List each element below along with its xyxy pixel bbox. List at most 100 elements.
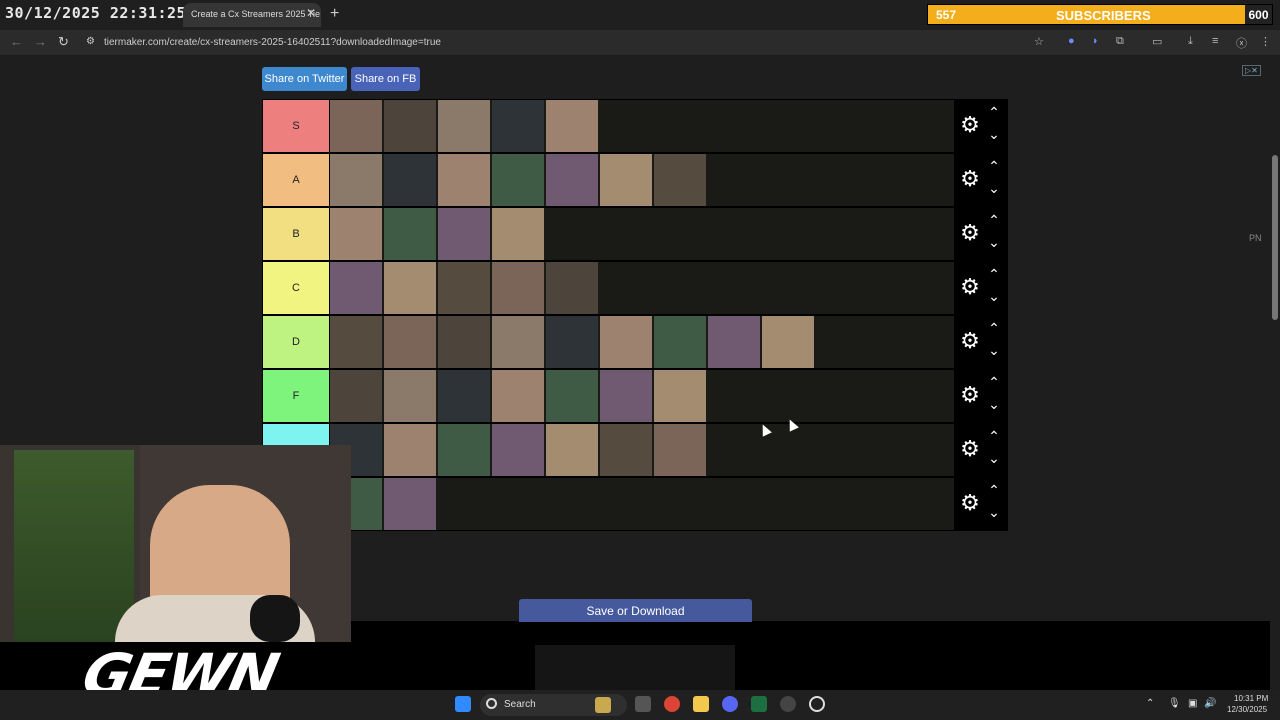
tier-item-thumbnail[interactable] bbox=[384, 316, 436, 368]
tier-item-thumbnail[interactable] bbox=[438, 262, 490, 314]
menu-icon[interactable]: ⋮ bbox=[1260, 35, 1271, 48]
gear-icon[interactable]: ⚙ bbox=[958, 329, 982, 353]
site-info-icon[interactable]: ⚙ bbox=[86, 36, 95, 47]
gear-icon[interactable]: ⚙ bbox=[958, 437, 982, 461]
tier-item-thumbnail[interactable] bbox=[384, 208, 436, 260]
scrollbar-thumb[interactable] bbox=[1272, 155, 1278, 320]
chevron-down-icon[interactable]: ⌄ bbox=[986, 288, 1002, 304]
chevron-down-icon[interactable]: ⌄ bbox=[986, 180, 1002, 196]
chevron-up-icon[interactable]: ⌃ bbox=[986, 482, 1002, 498]
share-fb-button[interactable]: Share on FB bbox=[351, 67, 420, 91]
extension-icon[interactable]: ● bbox=[1068, 35, 1075, 47]
forward-icon[interactable]: → bbox=[34, 34, 47, 49]
profile-avatar-icon[interactable]: ⓧ bbox=[1236, 35, 1247, 51]
tier-item-thumbnail[interactable] bbox=[600, 154, 652, 206]
extensions-puzzle-icon[interactable]: ⧉ bbox=[1116, 35, 1124, 48]
tier-item-thumbnail[interactable] bbox=[654, 424, 706, 476]
tier-item-thumbnail[interactable] bbox=[438, 154, 490, 206]
chevron-up-icon[interactable]: ⌃ bbox=[986, 266, 1002, 282]
task-view-icon[interactable] bbox=[635, 696, 651, 712]
extension-audio-icon[interactable]: ◗ bbox=[1092, 35, 1099, 47]
tier-label[interactable]: D bbox=[263, 316, 329, 368]
gear-icon[interactable]: ⚙ bbox=[958, 491, 982, 515]
browser-tab[interactable]: Create a Cx Streamers 2025 Tie bbox=[183, 3, 321, 27]
tier-item-thumbnail[interactable] bbox=[600, 316, 652, 368]
gear-icon[interactable]: ⚙ bbox=[958, 383, 982, 407]
cast-icon[interactable]: ▭ bbox=[1152, 35, 1162, 48]
volume-icon[interactable]: 🔊 bbox=[1204, 698, 1216, 709]
tier-item-thumbnail[interactable] bbox=[762, 316, 814, 368]
tray-time[interactable]: 10:31 PM bbox=[1234, 694, 1268, 703]
tier-item-thumbnail[interactable] bbox=[438, 208, 490, 260]
reload-icon[interactable]: ↻ bbox=[58, 34, 69, 50]
tier-item-thumbnail[interactable] bbox=[654, 370, 706, 422]
ad-choices-icon[interactable]: ▷✕ bbox=[1242, 65, 1261, 76]
tier-item-thumbnail[interactable] bbox=[600, 370, 652, 422]
tier-item-thumbnail[interactable] bbox=[492, 316, 544, 368]
url-field[interactable]: tiermaker.com/create/cx-streamers-2025-1… bbox=[104, 37, 441, 48]
chrome-icon[interactable] bbox=[664, 696, 680, 712]
chevron-up-icon[interactable]: ⌃ bbox=[986, 104, 1002, 120]
tier-item-thumbnail[interactable] bbox=[384, 478, 436, 530]
mic-icon[interactable]: 🎙 bbox=[1168, 698, 1181, 709]
tray-date[interactable]: 12/30/2025 bbox=[1227, 705, 1267, 714]
page-scrollbar[interactable] bbox=[1270, 55, 1280, 690]
discord-icon[interactable] bbox=[722, 696, 738, 712]
chevron-down-icon[interactable]: ⌄ bbox=[986, 126, 1002, 142]
new-tab-icon[interactable]: + bbox=[330, 5, 339, 23]
gear-icon[interactable]: ⚙ bbox=[958, 113, 982, 137]
tier-item-thumbnail[interactable] bbox=[708, 316, 760, 368]
tray-chevron-icon[interactable]: ⌃ bbox=[1146, 698, 1154, 709]
tier-label[interactable]: B bbox=[263, 208, 329, 260]
tier-item-thumbnail[interactable] bbox=[492, 154, 544, 206]
download-icon[interactable]: ⤓ bbox=[1188, 35, 1193, 48]
tier-item-thumbnail[interactable] bbox=[438, 316, 490, 368]
bookmark-star-icon[interactable]: ☆ bbox=[1034, 35, 1044, 48]
tier-item-thumbnail[interactable] bbox=[546, 316, 598, 368]
tier-label[interactable]: C bbox=[263, 262, 329, 314]
tier-item-thumbnail[interactable] bbox=[384, 262, 436, 314]
chevron-up-icon[interactable]: ⌃ bbox=[986, 428, 1002, 444]
reading-list-icon[interactable]: ≡ bbox=[1212, 35, 1218, 47]
tier-item-thumbnail[interactable] bbox=[330, 208, 382, 260]
tier-item-thumbnail[interactable] bbox=[492, 262, 544, 314]
tier-item-thumbnail[interactable] bbox=[600, 424, 652, 476]
tier-item-thumbnail[interactable] bbox=[384, 154, 436, 206]
tier-item-thumbnail[interactable] bbox=[654, 154, 706, 206]
gear-icon[interactable]: ⚙ bbox=[958, 167, 982, 191]
chevron-up-icon[interactable]: ⌃ bbox=[986, 158, 1002, 174]
tier-label[interactable]: S bbox=[263, 100, 329, 152]
close-tab-icon[interactable]: ✕ bbox=[306, 6, 316, 20]
tier-item-thumbnail[interactable] bbox=[330, 100, 382, 152]
clock-app-icon[interactable] bbox=[809, 696, 825, 712]
chevron-down-icon[interactable]: ⌄ bbox=[986, 450, 1002, 466]
tier-item-thumbnail[interactable] bbox=[654, 316, 706, 368]
chevron-down-icon[interactable]: ⌄ bbox=[986, 504, 1002, 520]
save-download-button[interactable]: Save or Download bbox=[519, 599, 752, 622]
tier-item-thumbnail[interactable] bbox=[330, 154, 382, 206]
file-explorer-icon[interactable] bbox=[693, 696, 709, 712]
tier-item-thumbnail[interactable] bbox=[438, 370, 490, 422]
tier-item-thumbnail[interactable] bbox=[384, 100, 436, 152]
tier-item-thumbnail[interactable] bbox=[492, 208, 544, 260]
network-icon[interactable]: ▣ bbox=[1188, 698, 1197, 709]
chevron-up-icon[interactable]: ⌃ bbox=[986, 374, 1002, 390]
tier-label[interactable]: F bbox=[263, 370, 329, 422]
chevron-up-icon[interactable]: ⌃ bbox=[986, 320, 1002, 336]
tier-item-thumbnail[interactable] bbox=[384, 370, 436, 422]
tier-item-thumbnail[interactable] bbox=[492, 100, 544, 152]
start-menu-icon[interactable] bbox=[455, 696, 471, 712]
lower-ad-image[interactable] bbox=[535, 645, 735, 690]
tier-label[interactable]: A bbox=[263, 154, 329, 206]
tier-item-thumbnail[interactable] bbox=[546, 100, 598, 152]
tier-item-thumbnail[interactable] bbox=[330, 262, 382, 314]
tier-item-thumbnail[interactable] bbox=[438, 424, 490, 476]
chevron-down-icon[interactable]: ⌄ bbox=[986, 396, 1002, 412]
gear-icon[interactable]: ⚙ bbox=[958, 275, 982, 299]
tier-item-thumbnail[interactable] bbox=[384, 424, 436, 476]
tier-item-thumbnail[interactable] bbox=[330, 370, 382, 422]
tier-item-thumbnail[interactable] bbox=[492, 424, 544, 476]
tier-item-thumbnail[interactable] bbox=[546, 154, 598, 206]
share-twitter-button[interactable]: Share on Twitter bbox=[262, 67, 347, 91]
tier-item-thumbnail[interactable] bbox=[492, 370, 544, 422]
